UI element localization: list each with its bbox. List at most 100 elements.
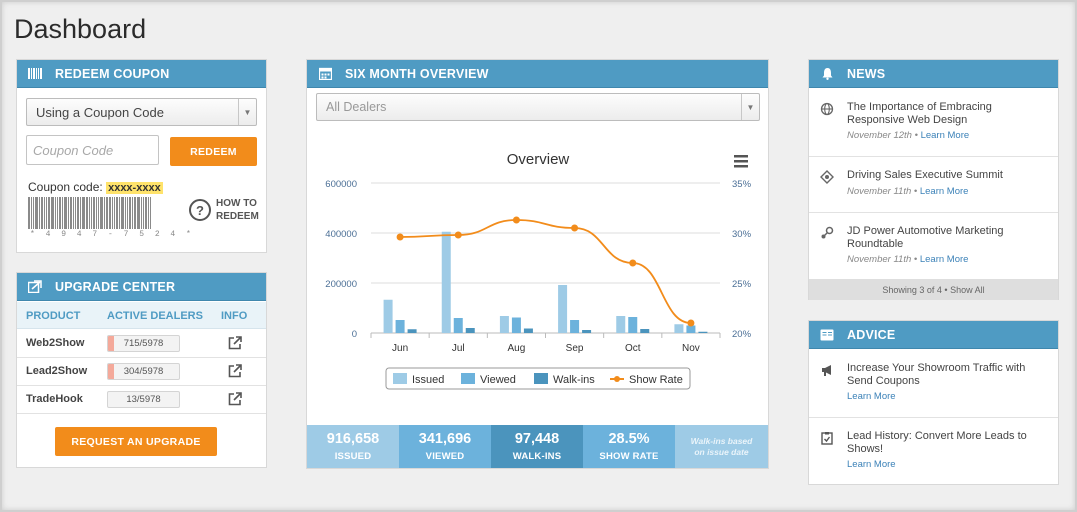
chevron-down-icon: ▼	[238, 99, 256, 125]
advice-title[interactable]: Increase Your Showroom Traffic with Send…	[847, 362, 1047, 387]
barcode-bar	[137, 197, 140, 229]
walkins-note: Walk-ins based on issue date	[675, 425, 768, 468]
overview-header: SIX MONTH OVERVIEW	[307, 60, 768, 88]
upgrade-center-header: UPGRADE CENTER	[17, 273, 266, 301]
legend-swatch	[393, 373, 407, 384]
external-link-icon[interactable]	[228, 364, 242, 378]
advice-title[interactable]: Lead History: Convert More Leads to Show…	[847, 430, 1047, 455]
request-upgrade-button[interactable]: REQUEST AN UPGRADE	[55, 427, 217, 456]
barcode-bar	[35, 197, 38, 229]
learn-more-link[interactable]: Learn More	[921, 130, 970, 141]
barcode-bar	[98, 197, 99, 229]
barcode-bar	[127, 197, 128, 229]
bar-issued	[383, 299, 393, 333]
stat-value: 97,448	[514, 431, 560, 447]
barcode-bar	[80, 197, 81, 229]
barcode-bar	[41, 197, 43, 229]
redeem-button[interactable]: REDEEM	[170, 137, 257, 166]
legend-swatch	[534, 373, 548, 384]
chevron-down-icon: ▼	[741, 94, 759, 120]
how-to-redeem-line2: REDEEM	[216, 211, 259, 222]
advice-panel: ADVICE Increase Your Showroom Traffic wi…	[808, 320, 1059, 485]
barcode-bar	[119, 197, 120, 229]
barcode-bar	[143, 197, 144, 229]
redeem-coupon-title: REDEEM COUPON	[55, 66, 170, 81]
barcode-bar	[31, 197, 32, 229]
point-show-rate	[454, 231, 462, 239]
y-tick-label: 0	[352, 329, 357, 340]
barcode-bar	[59, 197, 61, 229]
barcode-bar	[145, 197, 147, 229]
help-icon[interactable]: ?	[189, 199, 211, 221]
bar-issued	[499, 316, 509, 333]
bar-walk-ins	[582, 330, 592, 333]
active-dealers-fill	[108, 364, 114, 379]
barcode-bar	[51, 197, 54, 229]
coupon-code-input[interactable]	[26, 135, 159, 165]
calendar-icon	[317, 67, 333, 81]
barcode-bar	[44, 197, 45, 229]
coupon-method-value: Using a Coupon Code	[36, 104, 164, 120]
overview-chart: Overview 0 20% 200000 25% 400000 30% 600000 35% J…	[325, 151, 752, 390]
bar-viewed	[628, 317, 638, 333]
news-title: NEWS	[847, 66, 886, 81]
barcode-bar	[141, 197, 142, 229]
y-tick-label: 400000	[325, 229, 357, 240]
barcode-bar	[82, 197, 85, 229]
barcode-bar	[55, 197, 56, 229]
news-title[interactable]: Driving Sales Executive Summit	[847, 169, 1047, 182]
column-product: PRODUCT	[26, 310, 81, 322]
bar-viewed	[453, 318, 463, 333]
news-meta: November 12th • Learn More	[847, 130, 969, 141]
barcode-bar	[150, 197, 151, 229]
menu-icon	[734, 155, 748, 158]
book-icon	[819, 328, 835, 342]
x-tick-label: Jun	[392, 343, 408, 354]
barcode-image	[28, 197, 184, 229]
active-dealers-fill	[108, 336, 114, 351]
upgrade-table-header: PRODUCT ACTIVE DEALERS INFO	[17, 302, 266, 329]
stat-issued: 916,658 ISSUED	[307, 425, 399, 468]
stat-viewed: 341,696 VIEWED	[399, 425, 491, 468]
news-footer[interactable]: Showing 3 of 4 • Show All	[809, 279, 1058, 300]
dealer-select[interactable]: All Dealers ▼	[316, 93, 760, 121]
bar-walk-ins	[698, 331, 708, 333]
product-name: Lead2Show	[26, 365, 88, 377]
upgrade-center-panel: UPGRADE CENTER PRODUCT ACTIVE DEALERS IN…	[16, 272, 267, 468]
barcode-bar	[86, 197, 88, 229]
x-tick-label: Jul	[452, 343, 465, 354]
coupon-method-select[interactable]: Using a Coupon Code ▼	[26, 98, 257, 126]
point-show-rate	[571, 224, 579, 232]
learn-more-link[interactable]: Learn More	[847, 391, 896, 402]
barcode-bar	[125, 197, 126, 229]
active-dealers-bar: 13/5978	[107, 391, 180, 408]
learn-more-link[interactable]: Learn More	[920, 186, 969, 197]
news-header: NEWS	[809, 60, 1058, 88]
point-show-rate	[687, 319, 695, 327]
external-link-icon[interactable]	[228, 392, 242, 406]
barcode-bar	[75, 197, 76, 229]
barcode-bar	[39, 197, 40, 229]
learn-more-link[interactable]: Learn More	[847, 459, 896, 470]
x-tick-label: Sep	[566, 343, 584, 354]
product-name: Web2Show	[26, 337, 85, 349]
walkins-note-line1: Walk-ins based	[690, 435, 753, 446]
barcode-bar	[89, 197, 90, 229]
learn-more-link[interactable]: Learn More	[920, 254, 969, 265]
bar-walk-ins	[465, 328, 475, 333]
barcode-bar	[109, 197, 111, 229]
barcode-bar	[64, 197, 67, 229]
news-bullet: •	[911, 186, 920, 197]
barcode-bar	[129, 197, 131, 229]
coupon-code-line: Coupon code: xxxx-xxxx	[28, 180, 163, 194]
how-to-redeem-link[interactable]: HOW TO REDEEM	[216, 197, 259, 223]
external-link-icon[interactable]	[228, 336, 242, 350]
news-title[interactable]: JD Power Automotive Marketing Roundtable	[847, 225, 1047, 250]
news-title[interactable]: The Importance of Embracing Responsive W…	[847, 101, 1047, 126]
barcode-bar	[68, 197, 69, 229]
bar-viewed	[395, 320, 405, 333]
coupon-code-label: Coupon code:	[28, 180, 103, 194]
target-icon	[820, 170, 834, 184]
how-to-redeem-line1: HOW TO	[216, 198, 257, 209]
legend-label: Walk-ins	[553, 374, 595, 386]
